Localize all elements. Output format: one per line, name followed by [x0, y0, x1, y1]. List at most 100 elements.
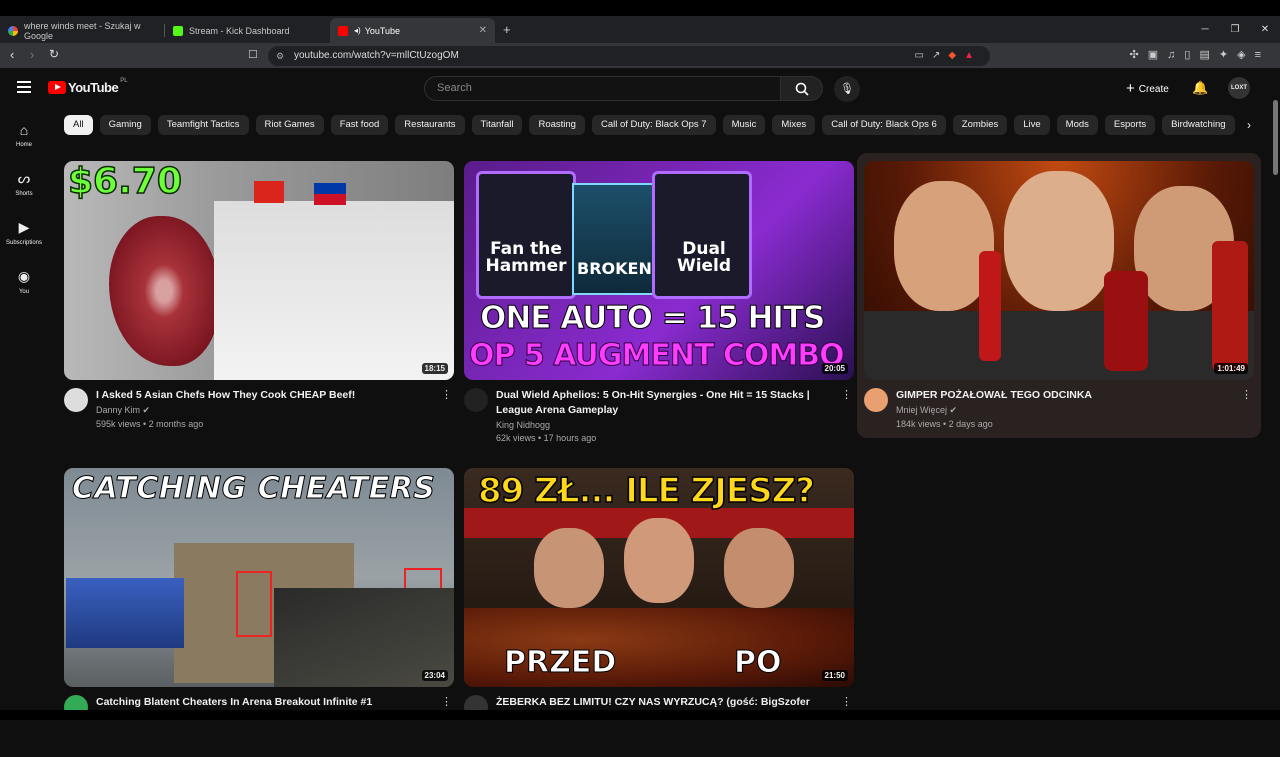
speaker-icon[interactable]: ◂) [354, 26, 361, 35]
home-icon: ⌂ [19, 121, 29, 138]
thumbnail-after-label: PO [734, 645, 782, 680]
cast-icon[interactable]: ▭ [915, 50, 932, 61]
filter-chip[interactable]: Call of Duty: Black Ops 7 [591, 115, 716, 135]
filter-chip[interactable]: Roasting [529, 115, 585, 135]
sidebar-item-you[interactable]: ◉ You [0, 257, 48, 306]
thumbnail-chefs [214, 201, 454, 380]
wallet-icon[interactable]: ▤ [1199, 49, 1218, 61]
filter-chip[interactable]: Gaming [99, 115, 151, 135]
more-actions-icon[interactable]: ⋮ [441, 388, 452, 401]
channel-name[interactable]: King Nidhogg [496, 420, 854, 430]
video-title[interactable]: ŻEBERKA BEZ LIMITU! CZY NAS WYRZUCĄ? (go… [496, 695, 836, 710]
extensions-icon[interactable]: ✣ [1130, 49, 1148, 61]
voice-search-button[interactable]: 🎙 [834, 76, 860, 102]
window-controls: ─ ❐ ✕ [1190, 16, 1280, 43]
channel-name[interactable]: Mniej Więcej ✔ [896, 405, 1254, 416]
maximize-icon[interactable]: ❐ [1220, 16, 1250, 43]
forward-icon[interactable]: › [30, 47, 34, 62]
tab-kick-dashboard[interactable]: Stream - Kick Dashboard [165, 18, 330, 43]
filter-chip[interactable]: Call of Duty: Black Ops 6 [822, 115, 946, 135]
menu-icon[interactable]: ≡ [1255, 49, 1270, 61]
bookmark-icon[interactable]: ☐ [248, 48, 258, 61]
augment-card-2 [572, 183, 656, 295]
filter-chip[interactable]: Music [722, 115, 766, 135]
address-bar[interactable]: ⚙ youtube.com/watch?v=mllCtUzogOM ▭↗◆▲ [268, 46, 990, 66]
youtube-logo[interactable]: YouTube PL [48, 78, 128, 95]
video-title[interactable]: Catching Blatent Cheaters In Arena Break… [96, 695, 436, 710]
avatar[interactable]: LOXT [1228, 77, 1250, 99]
share-icon[interactable]: ↗ [932, 50, 948, 61]
tab-search-icon[interactable]: ▣ [1148, 49, 1167, 61]
verified-icon: ✔ [142, 405, 151, 415]
filter-chip[interactable]: Zombies [952, 115, 1008, 135]
sidebar-item-subscriptions[interactable]: ▶ Subscriptions [0, 208, 48, 257]
filter-chip[interactable]: All [64, 115, 93, 135]
filter-chip[interactable]: Restaurants [395, 115, 465, 135]
more-actions-icon[interactable]: ⋮ [841, 695, 852, 708]
page-scrollbar[interactable] [1270, 70, 1280, 710]
search-button[interactable] [781, 76, 823, 101]
sidebar-item-home[interactable]: ⌂ Home [0, 110, 48, 159]
video-thumbnail[interactable]: 1:01:49 [864, 161, 1254, 380]
video-thumbnail[interactable]: Fan the Hammer BROKEN Dual Wield ONE AUT… [464, 161, 854, 380]
youtube-header: YouTube PL Search 🎙 + Create 🔔 LOXT [0, 70, 1280, 106]
close-window-icon[interactable]: ✕ [1250, 16, 1280, 43]
more-actions-icon[interactable]: ⋮ [1241, 388, 1252, 401]
thumbnail-headline: CATCHING CHEATERS [71, 471, 436, 506]
screen-top-edge [0, 0, 1280, 16]
scrollbar-thumb[interactable] [1273, 100, 1278, 175]
notifications-bell-icon[interactable]: 🔔 [1192, 80, 1208, 96]
reload-icon[interactable]: ↻ [49, 47, 59, 61]
hot-sauce-bottle [979, 251, 1001, 361]
create-button[interactable]: + Create [1120, 76, 1175, 100]
filter-chip[interactable]: Teamfight Tactics [157, 115, 249, 135]
video-card[interactable]: $6.70 18:15 I Asked 5 Asian Chefs How Th… [64, 161, 454, 450]
channel-avatar[interactable] [864, 388, 888, 412]
filter-chip[interactable]: Titanfall [471, 115, 523, 135]
sidebar-icon[interactable]: ▯ [1184, 49, 1199, 61]
sidebar-item-label: Shorts [15, 191, 33, 197]
video-thumbnail[interactable]: CATCHING CHEATERS 23:04 [64, 468, 454, 687]
video-title[interactable]: I Asked 5 Asian Chefs How They Cook CHEA… [96, 388, 436, 403]
leo-icon[interactable]: ✦ [1219, 49, 1237, 61]
thumbnail-headline-1: ONE AUTO = 15 HITS [479, 300, 825, 336]
chips-next-arrow-icon[interactable]: › [1236, 115, 1262, 136]
more-actions-icon[interactable]: ⋮ [441, 695, 452, 708]
tab-google-search[interactable]: where winds meet - Szukaj w Google [0, 18, 165, 43]
tab-youtube[interactable]: ◂) YouTube ✕ [330, 18, 495, 43]
media-icon[interactable]: ♫ [1167, 49, 1184, 61]
video-thumbnail[interactable]: $6.70 18:15 [64, 161, 454, 380]
brave-rewards-icon[interactable]: ▲ [964, 50, 982, 61]
video-title[interactable]: Dual Wield Aphelios: 5 On-Hit Synergies … [496, 388, 836, 418]
filter-chip[interactable]: Mixes [772, 115, 816, 135]
brave-shield-icon[interactable]: ◆ [948, 50, 964, 61]
microphone-icon: 🎙 [840, 83, 854, 95]
channel-name[interactable]: Danny Kim ✔ [96, 405, 454, 416]
sidebar-item-shorts[interactable]: ᔕ Shorts [0, 159, 48, 208]
you-icon: ◉ [17, 268, 31, 284]
filter-chip[interactable]: Live [1014, 115, 1050, 135]
logo-text: YouTube [68, 80, 119, 95]
new-tab-button[interactable]: + [503, 22, 511, 37]
vpn-icon[interactable]: ◈ [1237, 49, 1254, 61]
filter-chip[interactable]: Esports [1104, 115, 1156, 135]
video-thumbnail[interactable]: 89 ZŁ... ILE ZJESZ? PRZED PO 21:50 [464, 468, 854, 687]
filter-chip[interactable]: Birdwatching [1162, 115, 1235, 135]
filter-chip[interactable]: Fast food [330, 115, 389, 135]
search-input[interactable]: Search [424, 76, 781, 101]
filter-chip[interactable]: Riot Games [255, 115, 324, 135]
channel-avatar[interactable] [464, 388, 488, 412]
hamburger-menu-icon[interactable] [17, 81, 31, 93]
channel-avatar[interactable] [64, 388, 88, 412]
more-actions-icon[interactable]: ⋮ [841, 388, 852, 401]
back-icon[interactable]: ‹ [10, 47, 14, 62]
minimize-icon[interactable]: ─ [1190, 16, 1220, 43]
video-duration: 18:15 [421, 363, 448, 374]
video-meta: GIMPER POŻAŁOWAŁ TEGO ODCINKA Mniej Więc… [864, 380, 1254, 450]
video-title[interactable]: GIMPER POŻAŁOWAŁ TEGO ODCINKA [896, 388, 1236, 403]
video-card[interactable]: 1:01:49 GIMPER POŻAŁOWAŁ TEGO ODCINKA Mn… [864, 161, 1254, 450]
filter-chip[interactable]: Mods [1056, 115, 1098, 135]
close-tab-icon[interactable]: ✕ [479, 25, 487, 36]
video-card[interactable]: Fan the Hammer BROKEN Dual Wield ONE AUT… [464, 161, 854, 450]
site-info-icon[interactable]: ⚙ [276, 46, 284, 66]
